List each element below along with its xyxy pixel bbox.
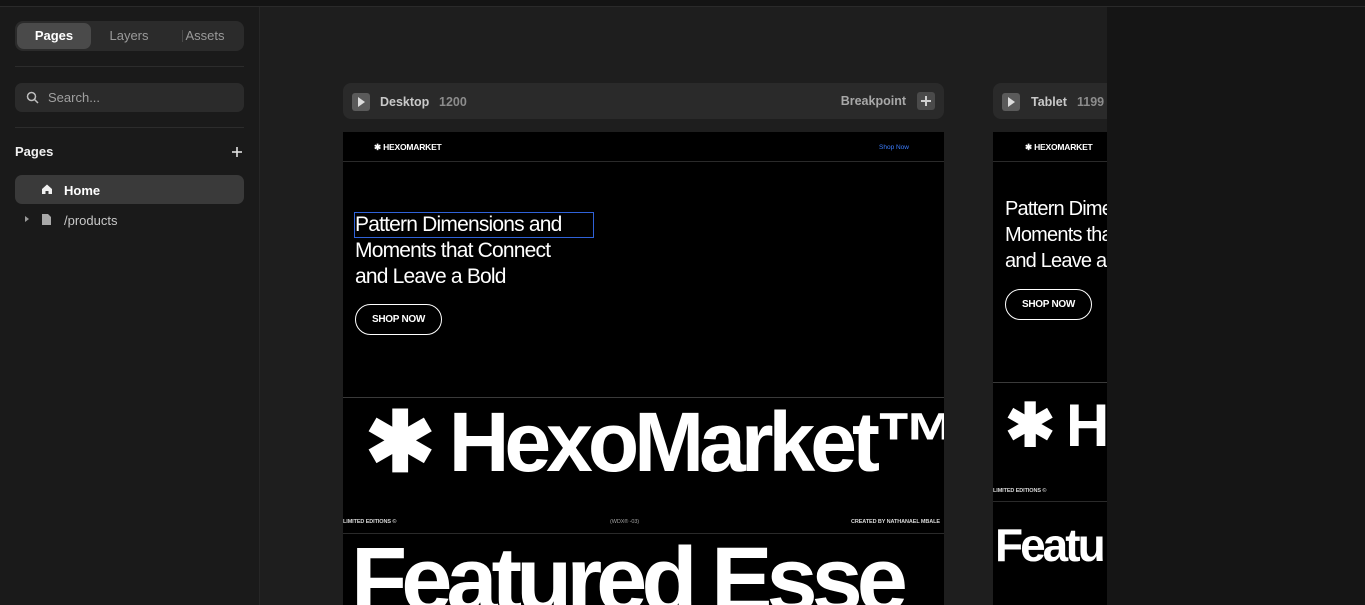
tab-pages[interactable]: Pages [17,23,91,49]
left-sidebar: Pages Layers Assets Pages Home /products [0,7,260,605]
hero-heading-line[interactable]: and Leave a Bold [355,265,506,289]
featured-heading: Featured Esse [351,529,908,605]
hero-heading-line[interactable]: Pattern Dimensions and [355,213,562,237]
divider [993,382,1107,383]
top-bar [0,0,1365,7]
divider [343,161,944,162]
divider [15,66,244,67]
search-field[interactable] [15,83,244,112]
limited-editions-text: LIMITED EDITIONS © [993,488,1047,494]
divider [993,161,1107,162]
preview-play-icon[interactable] [352,93,370,111]
search-icon [26,91,39,104]
credit-text: CREATED BY NATHANAEL MBALE [851,519,940,525]
search-input[interactable] [48,83,238,112]
breakpoint-name: Desktop [380,95,430,109]
home-icon [42,184,52,194]
add-breakpoint-icon[interactable] [917,92,935,110]
sidebar-tabs: Pages Layers Assets [15,21,244,51]
design-canvas[interactable]: Desktop 1200 Breakpoint Tablet 1199 ✱ HE… [260,7,1107,605]
breakpoint-width: 1199 [1077,95,1105,109]
page-item-label: Home [64,183,101,198]
add-page-icon[interactable] [228,143,246,161]
pages-heading: Pages [15,144,54,159]
site-shop-now-link[interactable]: Shop Now [879,144,909,151]
breakpoint-name: Tablet [1031,95,1067,109]
tablet-frame[interactable]: ✱ HEXOMARKET Pattern Dimensions and Mome… [993,132,1107,605]
divider [15,127,244,128]
expand-caret-icon[interactable] [25,216,29,222]
add-breakpoint-label[interactable]: Breakpoint [841,94,906,108]
site-logo: ✱ HEXOMARKET [374,142,442,152]
divider [993,501,1107,502]
breakpoint-bar-tablet: Tablet 1199 [993,83,1107,119]
tab-layers[interactable]: Layers [93,23,165,49]
shop-now-button[interactable]: SHOP NOW [1005,289,1092,320]
page-item-label: /products [64,213,118,228]
edition-code-text: (WDX® -03) [610,519,640,525]
tab-assets[interactable]: Assets [170,23,240,49]
limited-editions-text: LIMITED EDITIONS © [343,519,397,525]
breakpoint-bar-desktop: Desktop 1200 Breakpoint [343,83,944,119]
page-icon [42,214,51,225]
shop-now-button[interactable]: SHOP NOW [355,304,442,335]
brand-wordmark: ✱ H [1005,392,1107,459]
hero-heading-line[interactable]: and Leave a Bold [1005,250,1107,273]
hero-heading-line[interactable]: Moments that Connect [355,239,551,263]
site-logo: ✱ HEXOMARKET [1025,142,1093,152]
page-item-products[interactable]: /products [15,205,244,234]
breakpoint-width: 1200 [439,95,467,109]
hero-heading-line[interactable]: Moments that Connect [1005,224,1107,247]
featured-heading: Featu [995,519,1106,571]
page-item-home[interactable]: Home [15,175,244,204]
right-panel [1107,7,1365,605]
desktop-frame[interactable]: ✱ HEXOMARKET Shop Now Pattern Dimensions… [343,132,944,605]
preview-play-icon[interactable] [1002,93,1020,111]
brand-wordmark: ✱ HexoMarket™ [365,395,944,489]
hero-heading-line[interactable]: Pattern Dimensions and [1005,198,1107,221]
